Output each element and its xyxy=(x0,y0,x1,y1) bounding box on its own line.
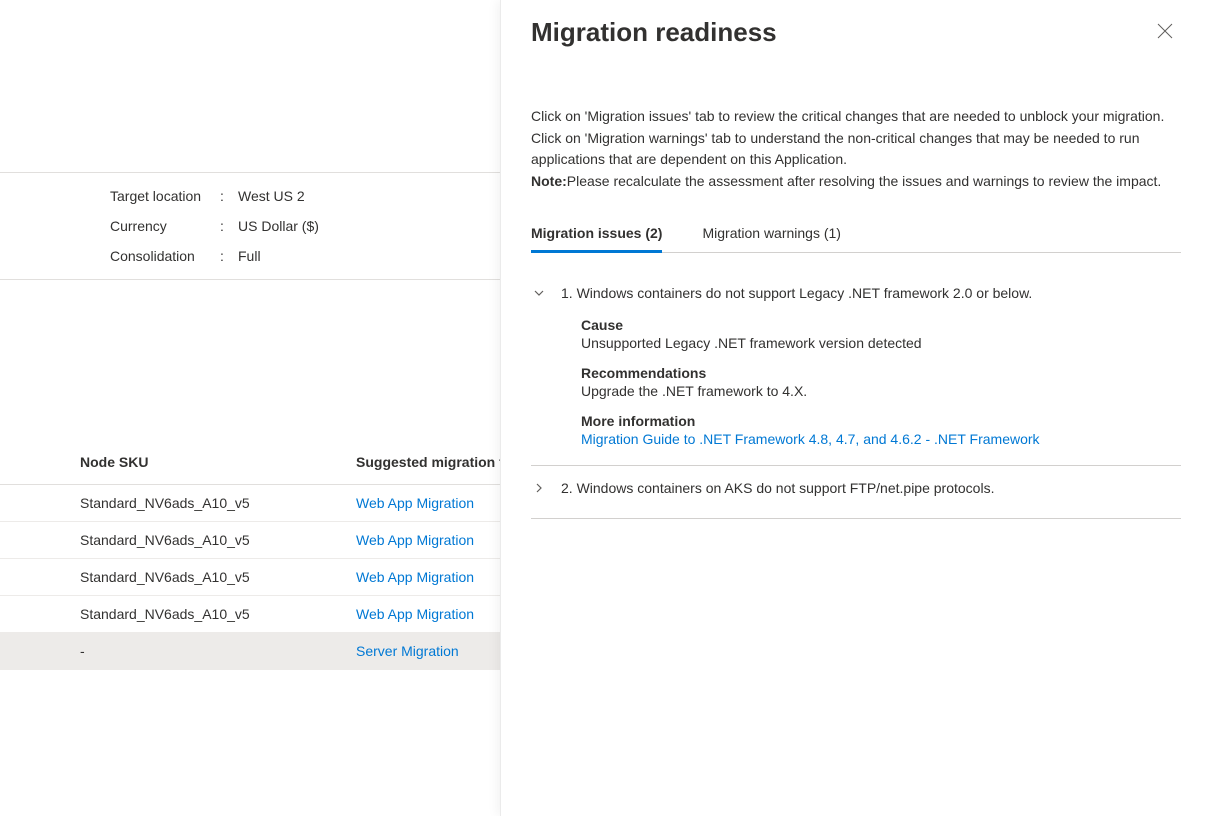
issue-title: 1. Windows containers do not support Leg… xyxy=(561,285,1032,301)
migration-tool-link[interactable]: Web App Migration xyxy=(356,532,474,548)
issue-recommendations: Recommendations Upgrade the .NET framewo… xyxy=(581,365,1181,399)
col-header-sku[interactable]: Node SKU xyxy=(80,454,356,470)
colon: : xyxy=(220,188,238,204)
cell-sku: Standard_NV6ads_A10_v5 xyxy=(80,606,356,622)
cell-sku: - xyxy=(80,643,356,659)
cause-label: Cause xyxy=(581,317,1181,333)
issue-more-info: More information Migration Guide to .NET… xyxy=(581,413,1181,447)
note-text: Please recalculate the assessment after … xyxy=(567,173,1162,189)
note-label: Note: xyxy=(531,173,567,189)
migration-tool-link[interactable]: Server Migration xyxy=(356,643,459,659)
issue-body: Cause Unsupported Legacy .NET framework … xyxy=(581,317,1181,447)
more-label: More information xyxy=(581,413,1181,429)
rec-label: Recommendations xyxy=(581,365,1181,381)
close-button[interactable] xyxy=(1149,16,1181,48)
cell-sku: Standard_NV6ads_A10_v5 xyxy=(80,569,356,585)
meta-label: Currency xyxy=(110,218,220,234)
meta-label: Consolidation xyxy=(110,248,220,264)
issue-item-2: 2. Windows containers on AKS do not supp… xyxy=(531,466,1181,519)
issue-toggle[interactable]: 2. Windows containers on AKS do not supp… xyxy=(531,474,1181,502)
migration-tool-link[interactable]: Web App Migration xyxy=(356,495,474,511)
colon: : xyxy=(220,248,238,264)
meta-value: West US 2 xyxy=(238,188,305,204)
issue-cause: Cause Unsupported Legacy .NET framework … xyxy=(581,317,1181,351)
cell-sku: Standard_NV6ads_A10_v5 xyxy=(80,495,356,511)
cause-text: Unsupported Legacy .NET framework versio… xyxy=(581,335,1181,351)
issue-list: 1. Windows containers do not support Leg… xyxy=(531,273,1181,519)
panel-title: Migration readiness xyxy=(531,17,777,48)
close-icon xyxy=(1157,23,1173,42)
panel-description: Click on 'Migration issues' tab to revie… xyxy=(531,106,1181,193)
tabs: Migration issues (2) Migration warnings … xyxy=(531,225,1181,253)
issue-toggle[interactable]: 1. Windows containers do not support Leg… xyxy=(531,281,1181,305)
desc-text: Click on 'Migration issues' tab to revie… xyxy=(531,108,1164,167)
meta-value: Full xyxy=(238,248,261,264)
tab-migration-warnings[interactable]: Migration warnings (1) xyxy=(702,225,841,253)
meta-label: Target location xyxy=(110,188,220,204)
issue-item-1: 1. Windows containers do not support Leg… xyxy=(531,273,1181,466)
colon: : xyxy=(220,218,238,234)
migration-readiness-panel: Migration readiness Click on 'Migration … xyxy=(500,0,1211,816)
tab-migration-issues[interactable]: Migration issues (2) xyxy=(531,225,662,253)
chevron-right-icon xyxy=(531,480,547,496)
rec-text: Upgrade the .NET framework to 4.X. xyxy=(581,383,1181,399)
issue-title: 2. Windows containers on AKS do not supp… xyxy=(561,480,994,496)
migration-tool-link[interactable]: Web App Migration xyxy=(356,569,474,585)
chevron-down-icon xyxy=(531,285,547,301)
migration-tool-link[interactable]: Web App Migration xyxy=(356,606,474,622)
meta-value: US Dollar ($) xyxy=(238,218,319,234)
panel-header: Migration readiness xyxy=(531,12,1181,48)
cell-sku: Standard_NV6ads_A10_v5 xyxy=(80,532,356,548)
more-info-link[interactable]: Migration Guide to .NET Framework 4.8, 4… xyxy=(581,431,1040,447)
